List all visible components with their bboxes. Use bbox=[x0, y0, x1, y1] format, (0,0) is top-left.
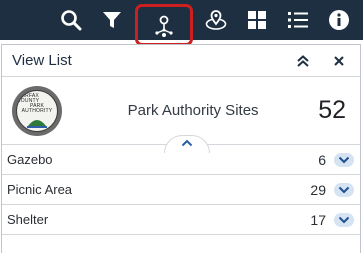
chevron-down-icon bbox=[338, 156, 350, 163]
expand-item-button[interactable] bbox=[334, 152, 354, 167]
info-icon bbox=[329, 10, 349, 30]
list-item-count: 29 bbox=[310, 181, 326, 198]
location-radius-icon bbox=[205, 10, 227, 30]
list-item-picnic-area[interactable]: Picnic Area 29 bbox=[2, 175, 360, 205]
panel-title: View List bbox=[12, 52, 72, 69]
close-icon bbox=[334, 55, 344, 66]
summary-row: FAIRFAX COUNTY PARK AUTHORITY Park Autho… bbox=[2, 77, 360, 153]
close-panel-button[interactable] bbox=[328, 50, 350, 72]
park-authority-logo: FAIRFAX COUNTY PARK AUTHORITY bbox=[12, 85, 62, 136]
collapse-panel-button[interactable] bbox=[292, 50, 314, 72]
list-item-label: Gazebo bbox=[7, 152, 53, 167]
list-item-count: 17 bbox=[310, 211, 326, 228]
filter-button[interactable] bbox=[94, 2, 130, 38]
info-button[interactable] bbox=[321, 2, 357, 38]
chevron-up-icon bbox=[181, 139, 193, 147]
location-radius-button[interactable] bbox=[198, 2, 234, 38]
expand-item-button[interactable] bbox=[334, 182, 354, 197]
expand-item-button[interactable] bbox=[334, 212, 354, 227]
chevron-down-icon bbox=[338, 186, 350, 193]
summary-count: 52 bbox=[318, 96, 346, 124]
list-icon bbox=[288, 12, 308, 28]
list-item-count: 6 bbox=[318, 151, 326, 168]
list-item-label: Shelter bbox=[7, 212, 49, 227]
search-button[interactable] bbox=[53, 2, 89, 38]
summary-label: Park Authority Sites bbox=[127, 102, 259, 119]
tree-emblem-icon bbox=[27, 119, 47, 128]
search-icon bbox=[61, 10, 82, 31]
list-item-shelter[interactable]: Shelter 17 bbox=[2, 205, 360, 235]
expand-summary-tab[interactable] bbox=[164, 135, 210, 153]
list-item-label: Picnic Area bbox=[7, 182, 73, 197]
grid-view-button[interactable] bbox=[239, 2, 275, 38]
grid-icon bbox=[248, 11, 266, 29]
double-chevron-up-icon bbox=[297, 54, 309, 67]
list-view-button[interactable] bbox=[280, 2, 316, 38]
location-network-button[interactable] bbox=[135, 4, 193, 46]
active-indicator-dot bbox=[162, 33, 166, 37]
logo-text-line: FAIRFAX COUNTY bbox=[17, 92, 40, 104]
view-list-panel: View List FAIRFAX COUNTY PARK AUTHORITY bbox=[1, 44, 361, 253]
filter-icon bbox=[103, 12, 121, 28]
chevron-down-icon bbox=[338, 216, 350, 223]
panel-header: View List bbox=[2, 45, 360, 77]
top-toolbar bbox=[0, 0, 363, 46]
